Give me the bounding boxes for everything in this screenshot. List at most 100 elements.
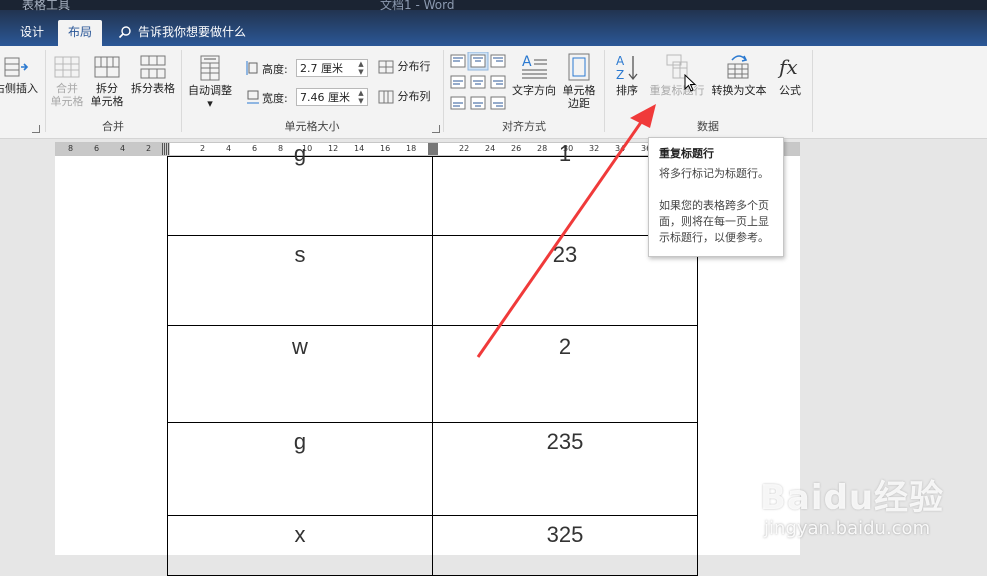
table-cell[interactable]: 325 (432, 515, 698, 576)
ribbon: 右侧插入 合并 单元格 拆分 单元格 拆分表格 合并 (0, 46, 987, 139)
convert-to-text-label: 转换为文本 (711, 84, 767, 97)
split-cells-label-2: 单元格 (90, 95, 124, 108)
height-spinner[interactable]: ▲ ▼ (355, 60, 367, 76)
group-separator (45, 50, 46, 132)
table-cell[interactable]: g (167, 422, 433, 516)
text-direction-icon: A (522, 54, 547, 79)
row-height-icon (246, 61, 258, 75)
merge-cells-label-2: 单元格 (50, 95, 84, 108)
tell-me-placeholder: 告诉我你想要做什么 (138, 25, 247, 39)
insert-right-icon (4, 57, 29, 77)
width-value: 7.46 厘米 (300, 91, 350, 104)
group-separator (604, 50, 605, 132)
formula-button[interactable]: fx 公式 (772, 52, 808, 97)
merge-cells-button[interactable]: 合并 单元格 (48, 54, 86, 108)
tooltip-title: 重复标题行 (659, 147, 714, 160)
ruler-tick: 6 (94, 144, 100, 153)
cell-text: g (293, 429, 307, 454)
data-group-label: 数据 (697, 120, 719, 133)
insert-right-button[interactable]: 右侧插入 (0, 54, 38, 95)
table-cell[interactable]: s (167, 235, 433, 326)
text-direction-label: 文字方向 (512, 84, 556, 97)
table-row: x 325 (167, 515, 698, 576)
table-row: g 1 (167, 141, 698, 236)
formula-label: 公式 (779, 84, 801, 97)
autofit-button[interactable]: 自动调整 ▾ (184, 54, 236, 110)
table-row: s 23 (167, 235, 698, 326)
height-label: 高度: (262, 63, 288, 76)
tab-design[interactable]: 设计 (12, 20, 52, 46)
tab-layout[interactable]: 布局 (58, 20, 102, 46)
formula-icon: fx (777, 55, 798, 79)
sort-button[interactable]: A Z 排序 (610, 52, 644, 97)
split-cells-icon (94, 56, 120, 78)
split-cells-label-1: 拆分 (96, 82, 118, 95)
table-row: w 2 (167, 325, 698, 423)
cell-margins-icon (568, 53, 590, 81)
svg-text:fx: fx (777, 55, 798, 79)
mouse-cursor-icon (684, 74, 697, 92)
split-table-button[interactable]: 拆分表格 (128, 54, 178, 95)
group-separator (181, 50, 182, 132)
ruler-tick: 2 (146, 144, 152, 153)
autofit-dropdown-icon[interactable]: ▾ (207, 97, 213, 110)
distribute-rows-icon (378, 60, 394, 74)
cell-text: w (292, 334, 308, 359)
table-cell[interactable]: w (167, 325, 433, 423)
distribute-cols-button[interactable]: 分布列 (378, 90, 436, 104)
distribute-cols-label: 分布列 (397, 90, 431, 103)
sort-label: 排序 (616, 84, 638, 97)
watermark-brand: Baidu经验 (760, 478, 945, 518)
distribute-rows-button[interactable]: 分布行 (378, 60, 436, 74)
watermark-url: jingyan.baidu.com (764, 518, 931, 539)
cell-text: x (294, 522, 306, 547)
convert-to-text-button[interactable]: 转换为文本 (708, 52, 770, 97)
cell-text: s (294, 242, 306, 267)
table-cell[interactable]: x (167, 515, 433, 576)
ruler-tick: 4 (120, 144, 126, 153)
alignment-buttons-icon[interactable] (448, 51, 510, 114)
cell-margins-button[interactable]: 单元格 边距 (560, 52, 598, 110)
tooltip-line-2: 如果您的表格跨多个页面，则将在每一页上显示标题行，以便参考。 (659, 199, 769, 244)
rows-cols-launcher-icon[interactable] (32, 125, 40, 133)
table-cell[interactable]: g (167, 141, 433, 236)
context-tool-label: 表格工具 (22, 0, 71, 12)
distribute-cols-icon (378, 90, 394, 104)
insert-right-label: 右侧插入 (0, 82, 38, 95)
sort-icon: A Z (616, 54, 638, 82)
cell-margins-label-1: 单元格 (562, 84, 596, 97)
table-cell[interactable]: 2 (432, 325, 698, 423)
svg-text:A: A (522, 54, 532, 70)
document-table[interactable]: g 1 s 23 w 2 g 235 x 325 (167, 141, 698, 576)
cell-size-launcher-icon[interactable] (432, 125, 440, 133)
table-cell[interactable]: 235 (432, 422, 698, 516)
height-input[interactable]: 2.7 厘米 ▲ ▼ (296, 59, 368, 77)
cell-text: 2 (558, 334, 572, 359)
merge-cells-label-1: 合并 (56, 82, 78, 95)
group-separator (443, 50, 444, 132)
split-cells-button[interactable]: 拆分 单元格 (88, 54, 126, 108)
alignment-grid (448, 51, 510, 114)
split-table-label: 拆分表格 (131, 82, 175, 95)
search-icon (118, 26, 131, 39)
baidu-jingyan-watermark: Baidu经验 jingyan.baidu.com (760, 452, 980, 552)
width-label: 宽度: (262, 92, 288, 105)
tooltip-line-1: 将多行标记为标题行。 (659, 167, 769, 180)
merge-cells-icon (54, 56, 80, 78)
text-direction-button[interactable]: A 文字方向 (510, 52, 558, 97)
repeat-header-tooltip: 重复标题行 将多行标记为标题行。 如果您的表格跨多个页面，则将在每一页上显示标题… (648, 137, 784, 257)
distribute-rows-label: 分布行 (397, 60, 431, 73)
svg-text:A: A (616, 54, 625, 68)
width-input[interactable]: 7.46 厘米 ▲ ▼ (296, 88, 368, 106)
alignment-group-label: 对齐方式 (502, 120, 546, 133)
group-separator (812, 50, 813, 132)
cell-margins-label-2: 边距 (568, 97, 590, 110)
cell-text: 235 (546, 429, 584, 454)
title-strip: 表格工具 文档1 - Word (0, 0, 987, 12)
width-spinner[interactable]: ▲ ▼ (355, 89, 367, 105)
repeat-header-rows-button[interactable]: 重复标题行 (646, 52, 708, 97)
svg-text:Z: Z (616, 68, 624, 82)
document-title: 文档1 - Word (380, 0, 455, 12)
autofit-label: 自动调整 (188, 84, 232, 97)
title-bar: 表格工具 文档1 - Word 设计 布局 告诉我你想要做什么 (0, 0, 987, 46)
